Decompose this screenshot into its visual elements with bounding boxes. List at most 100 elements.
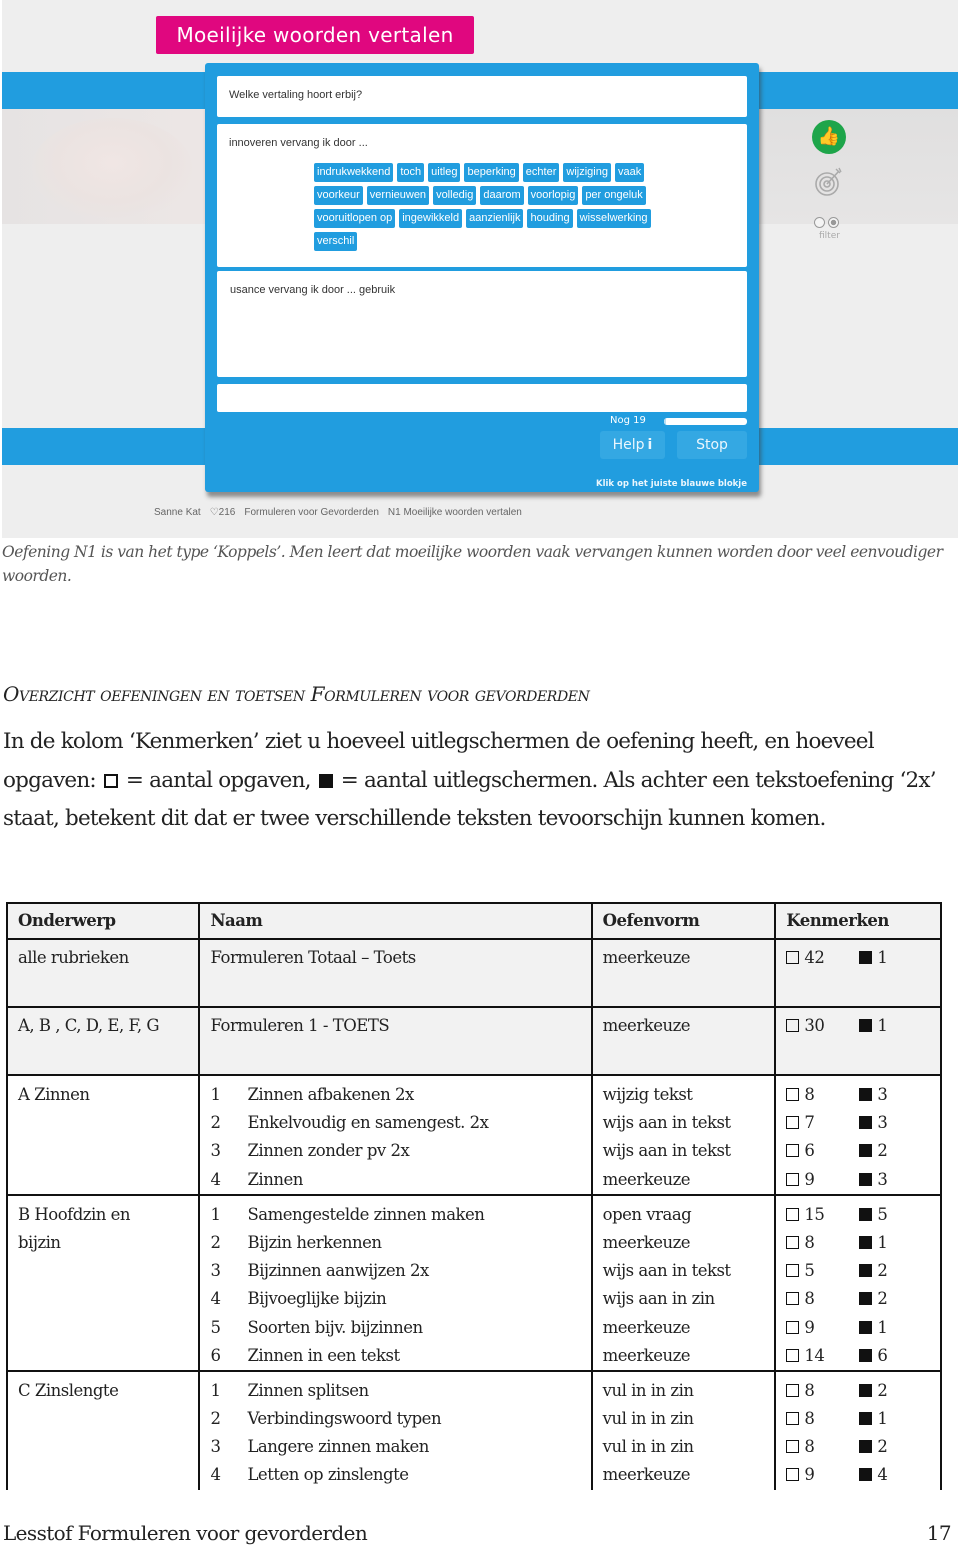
word-chip[interactable]: houding xyxy=(527,209,573,228)
cell-oefenvorm: meerkeuze xyxy=(590,1006,777,1076)
open-square-icon xyxy=(786,1207,800,1221)
cell-naam: Formuleren Totaal – Toets xyxy=(198,938,593,1008)
word-chip[interactable]: vooruitlopen op xyxy=(314,209,396,228)
exercise-kenmerken: 14 6 xyxy=(786,1342,930,1370)
filter-toggle[interactable] xyxy=(814,217,839,228)
word-chip[interactable]: ingewikkeld xyxy=(399,209,463,228)
course-name[interactable]: Formuleren voor Gevorderden xyxy=(244,507,379,518)
help-button[interactable]: Help i xyxy=(600,431,665,459)
exercise-form: meerkeuze xyxy=(602,1169,691,1189)
cell-kenmerken: 30 1 xyxy=(774,1006,942,1076)
cell-naam: 1 Samengestelde zinnen maken 2 Bijzin herke… xyxy=(198,1193,593,1372)
cell-oefenvorm: vul in in zin vul in in zin vul in in zin m… xyxy=(590,1369,777,1490)
table-group-row: B Hoofdzin en bijzin 1 Samengestelde zinnen… xyxy=(5,1193,942,1372)
footer-title: Lesstof Formuleren voor gevorderden xyxy=(3,1521,368,1545)
word-chip[interactable]: aanzienlijk xyxy=(466,209,524,228)
word-chip[interactable]: echter xyxy=(522,163,560,182)
open-square-icon xyxy=(786,1019,800,1032)
header-onderwerp: Onderwerp xyxy=(5,902,201,940)
cell-kenmerken: 42 1 xyxy=(774,938,942,1008)
exercise-panel: Welke vertaling hoort erbij? innoveren v… xyxy=(205,63,759,492)
figure-caption: Oefening N1 is van het type ‘Koppels’. M… xyxy=(2,543,943,585)
stop-button[interactable]: Stop xyxy=(677,431,747,459)
exercise-name: 3 Zinnen zonder pv 2x xyxy=(210,1141,410,1161)
word-chip[interactable]: indrukwekkend xyxy=(314,163,394,182)
open-square-icon xyxy=(786,1348,800,1362)
open-square-icon xyxy=(786,1144,800,1158)
word-chip[interactable]: wijziging xyxy=(563,163,611,182)
cell-onderwerp: A Zinnen xyxy=(5,1074,201,1196)
cell-onderwerp: C Zinslengte xyxy=(5,1369,201,1490)
exercise-name: 1 Samengestelde zinnen maken xyxy=(210,1204,485,1224)
cell-kenmerken: 83736293 xyxy=(774,1074,942,1196)
open-square-icon xyxy=(786,1412,800,1426)
instruction-hint: Klik op het juiste blauwe blokje xyxy=(595,479,747,489)
exercise-name: 4 Zinnen xyxy=(210,1169,303,1189)
word-chip[interactable]: wisselwerking xyxy=(576,209,651,228)
hearts-count: ♡216 xyxy=(209,507,236,518)
filled-square-icon xyxy=(859,1116,873,1130)
header-oefenvorm: Oefenvorm xyxy=(590,902,777,940)
uitleg-count: 2 xyxy=(859,1261,888,1280)
header-naam: Naam xyxy=(198,902,593,940)
word-chip[interactable]: daarom xyxy=(480,186,524,205)
word-chip[interactable]: voorkeur xyxy=(314,186,363,205)
prompt-text: innoveren vervang ik door ... xyxy=(229,137,368,149)
word-chip[interactable]: uitleg xyxy=(428,163,461,182)
help-label: Help xyxy=(612,437,645,453)
exercise-name[interactable]: N1 Moeilijke woorden vertalen xyxy=(388,507,522,518)
exercise-kenmerken: 62 xyxy=(786,1137,930,1165)
open-square-icon xyxy=(786,1292,800,1306)
question-text: Welke vertaling hoort erbij? xyxy=(229,89,363,101)
filled-square-icon xyxy=(859,1088,873,1101)
progress-fill xyxy=(664,418,666,425)
exercise-name: 3 Langere zinnen maken xyxy=(210,1437,429,1457)
opgaven-count: 15 xyxy=(786,1201,859,1229)
exercise-form: wijs aan in tekst xyxy=(602,1113,731,1133)
question-box: Welke vertaling hoort erbij? xyxy=(217,76,747,117)
exercise-name: 2 Bijzin herkennen xyxy=(210,1232,382,1252)
header-kenmerken: Kenmerken xyxy=(774,902,942,940)
exercise-form: wijs aan in tekst xyxy=(602,1141,731,1161)
uitleg-count: 3 xyxy=(859,1085,888,1104)
exercise-name: 2 Verbindingswoord typen xyxy=(210,1409,442,1429)
answer-input[interactable] xyxy=(217,384,747,412)
open-square-icon xyxy=(103,773,118,788)
exercise-kenmerken: 82 xyxy=(786,1433,930,1461)
exercise-overview-table: Onderwerp Naam Oefenvorm Kenmerken alle … xyxy=(5,902,942,1490)
uitleg-count: 3 xyxy=(859,1113,888,1132)
opgaven-count: 14 xyxy=(786,1342,859,1370)
filled-square-icon xyxy=(859,1144,873,1158)
word-chip[interactable]: volledig xyxy=(433,186,477,205)
filter-radio-off[interactable] xyxy=(814,217,825,228)
open-square-icon xyxy=(786,1440,800,1454)
exercise-form: vul in in zin xyxy=(602,1380,694,1400)
table-group-row: C Zinslengte 1 Zinnen splitsen 2 Verbindings… xyxy=(5,1369,942,1490)
filled-square-icon xyxy=(859,1468,873,1482)
open-square-icon xyxy=(786,1235,800,1249)
exercise-name: 6 Zinnen in een tekst xyxy=(210,1345,400,1365)
heading-cap-2: F xyxy=(310,682,325,706)
exercise-form: open vraag xyxy=(602,1204,692,1224)
word-chip[interactable]: per ongeluk xyxy=(582,186,646,205)
target-icon[interactable] xyxy=(814,167,844,197)
exercise-kenmerken: 82 xyxy=(786,1285,930,1313)
filter-radio-on[interactable] xyxy=(828,217,839,228)
onderwerp-line: bijzin xyxy=(18,1232,61,1252)
uitleg-count: 2 xyxy=(859,1141,888,1160)
exercise-form: wijs aan in tekst xyxy=(602,1261,731,1281)
uitleg-count: 2 xyxy=(859,1381,888,1400)
word-chip[interactable]: vaak xyxy=(614,163,645,182)
word-chip[interactable]: vernieuwen xyxy=(366,186,430,205)
word-chip[interactable]: toch xyxy=(397,163,425,182)
open-square-icon xyxy=(786,951,800,964)
word-chip[interactable]: voorlopig xyxy=(527,186,579,205)
word-chip[interactable]: beperking xyxy=(464,163,519,182)
cell-kenmerken: 15 5 8 1 5 2 8 2 9 1 14 6 xyxy=(774,1193,942,1372)
thumbs-up-icon[interactable]: 👍 xyxy=(812,120,846,154)
cell-kenmerken: 82818294 xyxy=(774,1369,942,1490)
opgaven-count: 9 xyxy=(786,1166,859,1194)
status-bar: Sanne Kat ♡216 Formuleren voor Gevorderd… xyxy=(154,507,522,518)
word-chip[interactable]: verschil xyxy=(314,232,358,251)
opgaven-count: 8 xyxy=(786,1377,859,1405)
